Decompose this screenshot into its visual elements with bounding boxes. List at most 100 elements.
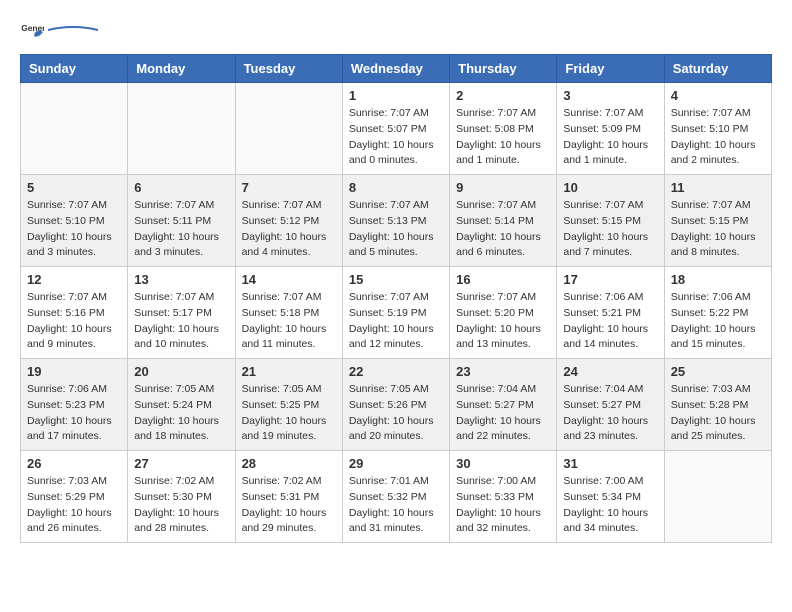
weekday-header: Sunday (21, 55, 128, 83)
day-number: 27 (134, 456, 228, 471)
calendar-day-cell: 21 Sunrise: 7:05 AMSunset: 5:25 PMDayligh… (235, 359, 342, 451)
day-info: Sunrise: 7:05 AMSunset: 5:25 PMDaylight:… (242, 382, 336, 445)
calendar-day-cell: 17 Sunrise: 7:06 AMSunset: 5:21 PMDayligh… (557, 267, 664, 359)
day-number: 2 (456, 88, 550, 103)
weekday-header-row: SundayMondayTuesdayWednesdayThursdayFrid… (21, 55, 772, 83)
day-info: Sunrise: 7:03 AMSunset: 5:29 PMDaylight:… (27, 474, 121, 537)
calendar-week-row: 19Sunrise: 7:06 AMSunset: 5:23 PMDayligh… (21, 359, 772, 451)
calendar-day-cell: 29 Sunrise: 7:01 AMSunset: 5:32 PMDayligh… (342, 451, 449, 543)
day-number: 3 (563, 88, 657, 103)
calendar-day-cell: 28 Sunrise: 7:02 AMSunset: 5:31 PMDayligh… (235, 451, 342, 543)
day-info: Sunrise: 7:02 AMSunset: 5:30 PMDaylight:… (134, 474, 228, 537)
calendar-day-cell: 12 Sunrise: 7:07 AMSunset: 5:16 PMDayligh… (21, 267, 128, 359)
day-info: Sunrise: 7:06 AMSunset: 5:22 PMDaylight:… (671, 290, 765, 353)
day-info: Sunrise: 7:07 AMSunset: 5:09 PMDaylight:… (563, 106, 657, 169)
day-info: Sunrise: 7:07 AMSunset: 5:20 PMDaylight:… (456, 290, 550, 353)
day-number: 10 (563, 180, 657, 195)
logo: General (20, 20, 98, 44)
day-number: 19 (27, 364, 121, 379)
calendar-day-cell: 16 Sunrise: 7:07 AMSunset: 5:20 PMDayligh… (450, 267, 557, 359)
day-number: 14 (242, 272, 336, 287)
weekday-header: Saturday (664, 55, 771, 83)
weekday-header: Wednesday (342, 55, 449, 83)
calendar-day-cell (235, 83, 342, 175)
day-info: Sunrise: 7:04 AMSunset: 5:27 PMDaylight:… (563, 382, 657, 445)
day-info: Sunrise: 7:07 AMSunset: 5:16 PMDaylight:… (27, 290, 121, 353)
calendar-day-cell: 18 Sunrise: 7:06 AMSunset: 5:22 PMDayligh… (664, 267, 771, 359)
day-number: 25 (671, 364, 765, 379)
calendar-day-cell: 13 Sunrise: 7:07 AMSunset: 5:17 PMDayligh… (128, 267, 235, 359)
calendar-day-cell: 11Sunrise: 7:07 AMSunset: 5:15 PMDayligh… (664, 175, 771, 267)
calendar-day-cell: 3 Sunrise: 7:07 AMSunset: 5:09 PMDaylight… (557, 83, 664, 175)
day-info: Sunrise: 7:04 AMSunset: 5:27 PMDaylight:… (456, 382, 550, 445)
day-info: Sunrise: 7:07 AMSunset: 5:11 PMDaylight:… (134, 198, 228, 261)
day-number: 7 (242, 180, 336, 195)
calendar-day-cell: 7 Sunrise: 7:07 AMSunset: 5:12 PMDaylight… (235, 175, 342, 267)
day-number: 24 (563, 364, 657, 379)
day-number: 16 (456, 272, 550, 287)
day-number: 30 (456, 456, 550, 471)
day-info: Sunrise: 7:07 AMSunset: 5:19 PMDaylight:… (349, 290, 443, 353)
weekday-header: Friday (557, 55, 664, 83)
day-number: 13 (134, 272, 228, 287)
calendar-day-cell: 31 Sunrise: 7:00 AMSunset: 5:34 PMDayligh… (557, 451, 664, 543)
day-number: 21 (242, 364, 336, 379)
day-number: 17 (563, 272, 657, 287)
day-number: 22 (349, 364, 443, 379)
day-number: 20 (134, 364, 228, 379)
day-info: Sunrise: 7:07 AMSunset: 5:10 PMDaylight:… (671, 106, 765, 169)
calendar-day-cell: 6 Sunrise: 7:07 AMSunset: 5:11 PMDaylight… (128, 175, 235, 267)
day-info: Sunrise: 7:00 AMSunset: 5:33 PMDaylight:… (456, 474, 550, 537)
day-info: Sunrise: 7:07 AMSunset: 5:10 PMDaylight:… (27, 198, 121, 261)
day-info: Sunrise: 7:03 AMSunset: 5:28 PMDaylight:… (671, 382, 765, 445)
calendar-day-cell: 9 Sunrise: 7:07 AMSunset: 5:14 PMDaylight… (450, 175, 557, 267)
calendar-day-cell: 27 Sunrise: 7:02 AMSunset: 5:30 PMDayligh… (128, 451, 235, 543)
day-info: Sunrise: 7:07 AMSunset: 5:15 PMDaylight:… (563, 198, 657, 261)
day-info: Sunrise: 7:07 AMSunset: 5:14 PMDaylight:… (456, 198, 550, 261)
day-number: 15 (349, 272, 443, 287)
day-number: 1 (349, 88, 443, 103)
calendar-day-cell (664, 451, 771, 543)
day-number: 29 (349, 456, 443, 471)
day-number: 28 (242, 456, 336, 471)
calendar-table: SundayMondayTuesdayWednesdayThursdayFrid… (20, 54, 772, 543)
calendar-day-cell: 24 Sunrise: 7:04 AMSunset: 5:27 PMDayligh… (557, 359, 664, 451)
calendar-week-row: 5Sunrise: 7:07 AMSunset: 5:10 PMDaylight… (21, 175, 772, 267)
calendar-day-cell: 26 Sunrise: 7:03 AMSunset: 5:29 PMDayligh… (21, 451, 128, 543)
day-number: 26 (27, 456, 121, 471)
day-info: Sunrise: 7:00 AMSunset: 5:34 PMDaylight:… (563, 474, 657, 537)
calendar-day-cell (21, 83, 128, 175)
calendar-day-cell: 25 Sunrise: 7:03 AMSunset: 5:28 PMDayligh… (664, 359, 771, 451)
day-info: Sunrise: 7:01 AMSunset: 5:32 PMDaylight:… (349, 474, 443, 537)
day-number: 31 (563, 456, 657, 471)
day-info: Sunrise: 7:07 AMSunset: 5:08 PMDaylight:… (456, 106, 550, 169)
header: General (20, 20, 772, 44)
day-info: Sunrise: 7:07 AMSunset: 5:12 PMDaylight:… (242, 198, 336, 261)
calendar-day-cell: 20 Sunrise: 7:05 AMSunset: 5:24 PMDayligh… (128, 359, 235, 451)
day-number: 9 (456, 180, 550, 195)
day-info: Sunrise: 7:05 AMSunset: 5:24 PMDaylight:… (134, 382, 228, 445)
weekday-header: Monday (128, 55, 235, 83)
calendar-day-cell: 10 Sunrise: 7:07 AMSunset: 5:15 PMDayligh… (557, 175, 664, 267)
calendar-day-cell: 30 Sunrise: 7:00 AMSunset: 5:33 PMDayligh… (450, 451, 557, 543)
day-number: 6 (134, 180, 228, 195)
calendar-week-row: 26 Sunrise: 7:03 AMSunset: 5:29 PMDayligh… (21, 451, 772, 543)
day-number: 23 (456, 364, 550, 379)
weekday-header: Tuesday (235, 55, 342, 83)
calendar-day-cell: 5Sunrise: 7:07 AMSunset: 5:10 PMDaylight… (21, 175, 128, 267)
calendar-day-cell: 2 Sunrise: 7:07 AMSunset: 5:08 PMDaylight… (450, 83, 557, 175)
day-number: 12 (27, 272, 121, 287)
calendar-day-cell (128, 83, 235, 175)
day-info: Sunrise: 7:07 AMSunset: 5:17 PMDaylight:… (134, 290, 228, 353)
calendar-week-row: 1Sunrise: 7:07 AMSunset: 5:07 PMDaylight… (21, 83, 772, 175)
day-number: 11 (671, 180, 765, 195)
day-info: Sunrise: 7:02 AMSunset: 5:31 PMDaylight:… (242, 474, 336, 537)
calendar-day-cell: 23 Sunrise: 7:04 AMSunset: 5:27 PMDayligh… (450, 359, 557, 451)
day-info: Sunrise: 7:06 AMSunset: 5:21 PMDaylight:… (563, 290, 657, 353)
day-number: 18 (671, 272, 765, 287)
day-number: 8 (349, 180, 443, 195)
calendar-day-cell: 19Sunrise: 7:06 AMSunset: 5:23 PMDayligh… (21, 359, 128, 451)
logo-icon: General (20, 20, 44, 44)
day-info: Sunrise: 7:07 AMSunset: 5:18 PMDaylight:… (242, 290, 336, 353)
day-info: Sunrise: 7:05 AMSunset: 5:26 PMDaylight:… (349, 382, 443, 445)
